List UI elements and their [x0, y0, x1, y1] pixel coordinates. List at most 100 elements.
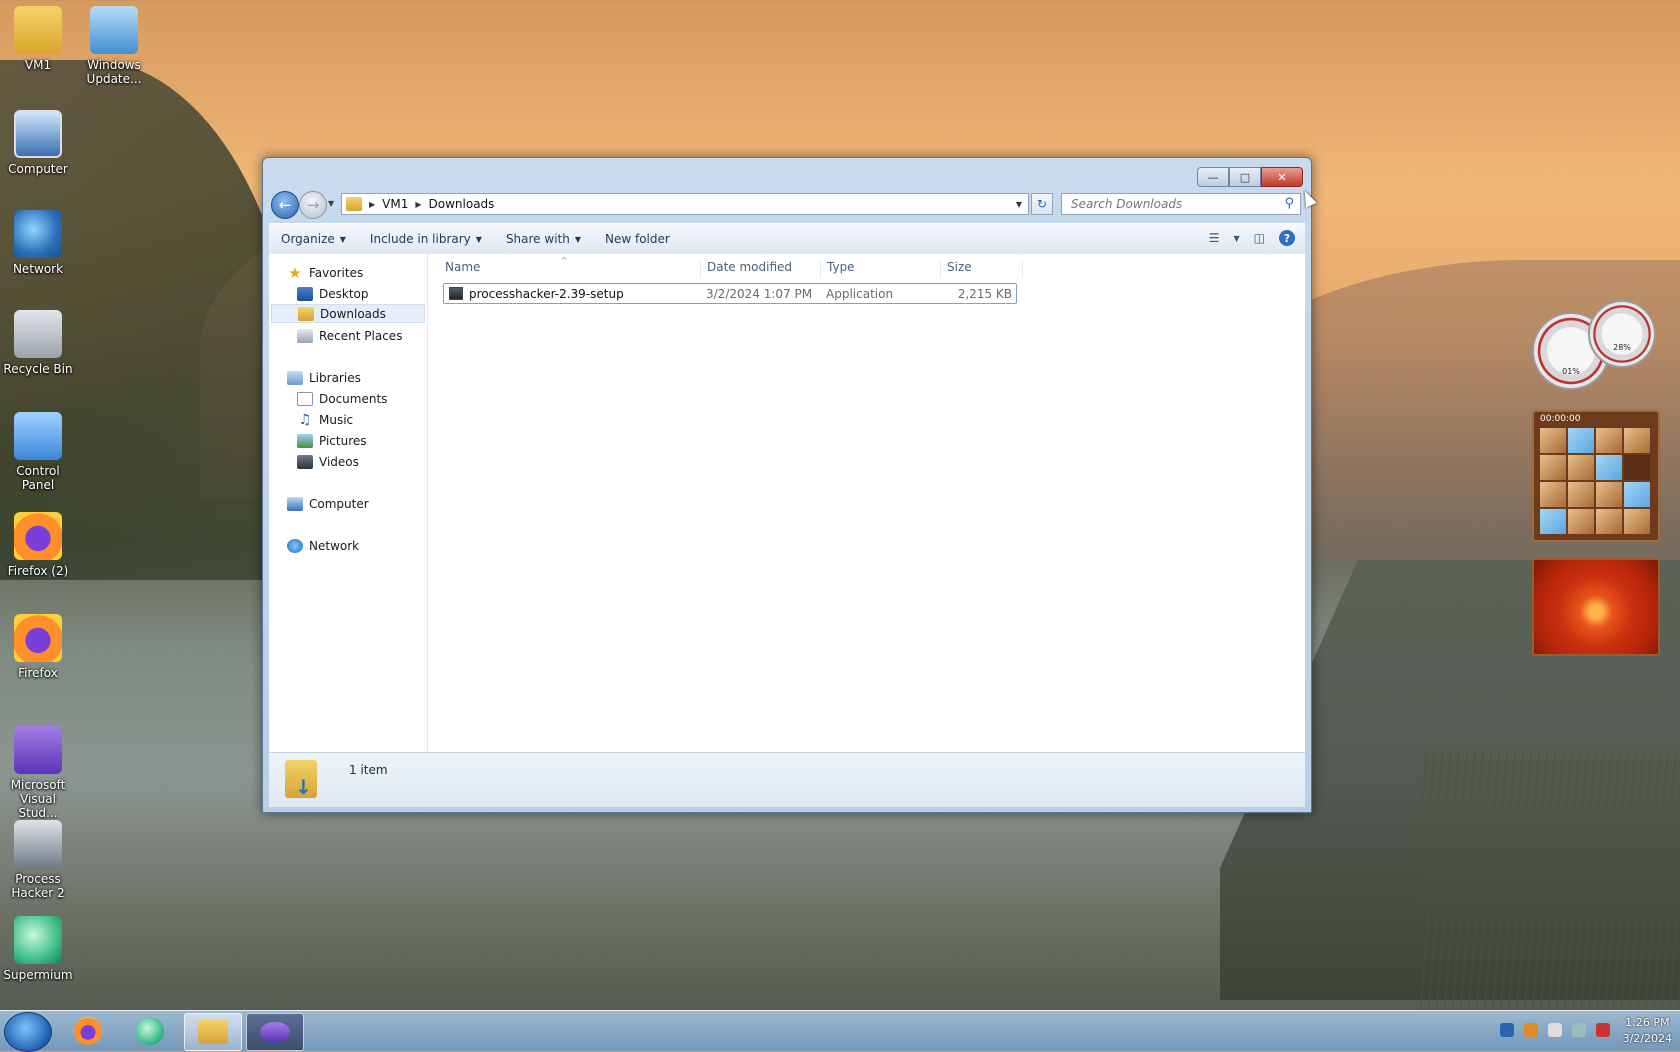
forward-arrow-icon: →	[306, 196, 320, 214]
slideshow-gadget[interactable]	[1532, 558, 1660, 656]
puzzle-tile[interactable]	[1540, 455, 1566, 480]
puzzle-tile[interactable]	[1568, 428, 1594, 453]
minimize-button[interactable]: —	[1197, 167, 1229, 187]
nav-favorites[interactable]: ★ Favorites	[287, 263, 363, 282]
nav-libraries[interactable]: Libraries	[287, 368, 361, 387]
include-in-library-menu[interactable]: Include in library ▼	[358, 232, 494, 246]
breadcrumb-separator-icon[interactable]: ▶	[415, 200, 421, 209]
close-button[interactable]: ✕	[1261, 167, 1303, 187]
organize-label: Organize	[281, 232, 335, 246]
memory-gauge-icon: 28%	[1588, 300, 1656, 368]
file-list: Name ^ Date modified Type Size processha…	[429, 254, 1305, 752]
puzzle-tile[interactable]	[1568, 482, 1594, 507]
file-size: 2,215 KB	[957, 286, 1012, 301]
tray-volume-muted-icon[interactable]	[1596, 1023, 1610, 1037]
start-button[interactable]	[4, 1012, 52, 1052]
breadcrumb-downloads[interactable]: Downloads	[429, 197, 495, 211]
puzzle-tile[interactable]	[1624, 509, 1650, 534]
puzzle-tile[interactable]	[1540, 482, 1566, 507]
column-header-date-modified[interactable]: Date modified	[701, 260, 821, 278]
back-button[interactable]: ←	[271, 191, 299, 219]
desktop-icon-label: Firefox (2)	[7, 564, 69, 578]
nav-downloads[interactable]: Downloads	[271, 304, 425, 323]
help-icon[interactable]: ?	[1279, 230, 1295, 246]
nav-label: Desktop	[319, 286, 369, 301]
puzzle-tile[interactable]	[1540, 509, 1566, 534]
puzzle-tile[interactable]	[1596, 455, 1622, 480]
puzzle-empty-slot[interactable]	[1624, 455, 1650, 480]
breadcrumb-separator-icon[interactable]: ▶	[369, 200, 375, 209]
column-label: Type	[827, 260, 855, 274]
navigation-bar: ← → ▼ ▶ VM1 ▶ Downloads ▼ ↻ ⚲	[271, 191, 1303, 219]
search-icon[interactable]: ⚲	[1284, 196, 1294, 211]
search-box[interactable]: ⚲	[1061, 193, 1301, 215]
breadcrumb-vm1[interactable]: VM1	[382, 197, 408, 211]
file-date-modified: 3/2/2024 1:07 PM	[706, 286, 813, 301]
puzzle-grid[interactable]	[1540, 428, 1650, 534]
organize-menu[interactable]: Organize ▼	[269, 232, 358, 246]
column-header-name[interactable]: Name ^	[439, 256, 701, 278]
recent-pages-dropdown[interactable]: ▼	[328, 199, 334, 208]
nav-network[interactable]: Network	[287, 536, 359, 555]
taskbar-explorer[interactable]	[184, 1013, 242, 1051]
puzzle-tile[interactable]	[1596, 428, 1622, 453]
tray-visual-studio-icon[interactable]	[1500, 1023, 1514, 1037]
desktop-icon-network[interactable]: Network	[0, 210, 76, 276]
nav-label: Music	[319, 412, 354, 427]
system-clock[interactable]: 1:26 PM 3/2/2024	[1623, 1015, 1672, 1047]
nav-computer[interactable]: Computer	[287, 494, 369, 513]
picture-puzzle-gadget[interactable]: 00:00:00	[1532, 410, 1660, 542]
desktop-icon-recycle-bin[interactable]: Recycle Bin	[0, 310, 76, 376]
desktop-icon-label: Microsoft Visual Stud...	[10, 778, 66, 820]
cpu-usage: 01%	[1562, 367, 1580, 376]
desktop-icon-computer[interactable]: Computer	[0, 110, 76, 176]
explorer-window[interactable]: — □ ✕ ← → ▼ ▶ VM1 ▶ Downloads ▼ ↻ ⚲ Orga…	[262, 157, 1312, 813]
desktop-icon-firefox[interactable]: Firefox	[0, 614, 76, 680]
puzzle-tile[interactable]	[1624, 428, 1650, 453]
puzzle-tile[interactable]	[1568, 509, 1594, 534]
nav-desktop[interactable]: Desktop	[297, 284, 369, 303]
nav-recent-places[interactable]: Recent Places	[297, 326, 402, 345]
desktop-icon-windows-update[interactable]: Windows Update...	[76, 6, 152, 86]
preview-pane-icon[interactable]: ◫	[1254, 231, 1265, 245]
refresh-button[interactable]: ↻	[1031, 193, 1053, 215]
desktop-icon-label: Recycle Bin	[3, 362, 73, 376]
desktop-icon-process-hacker[interactable]: Process Hacker 2	[0, 820, 76, 900]
column-header-size[interactable]: Size	[941, 260, 1023, 278]
puzzle-tile[interactable]	[1540, 428, 1566, 453]
puzzle-tile[interactable]	[1596, 509, 1622, 534]
taskbar-firefox[interactable]	[60, 1013, 116, 1049]
network-icon	[14, 210, 62, 258]
nav-pictures[interactable]: Pictures	[297, 431, 367, 450]
taskbar-supermium[interactable]	[122, 1013, 178, 1049]
user-folder-icon	[14, 6, 62, 54]
address-dropdown-icon[interactable]: ▼	[1016, 200, 1022, 209]
desktop-icon-visual-studio[interactable]: Microsoft Visual Stud...	[0, 726, 76, 820]
network-icon	[287, 538, 303, 553]
puzzle-tile[interactable]	[1596, 482, 1622, 507]
tray-search-icon[interactable]	[1524, 1023, 1538, 1037]
desktop-icon-control-panel[interactable]: Control Panel	[0, 412, 76, 492]
maximize-button[interactable]: □	[1229, 167, 1261, 187]
puzzle-tile[interactable]	[1568, 455, 1594, 480]
column-header-type[interactable]: Type	[821, 260, 941, 278]
change-view-icon[interactable]: ☰	[1209, 231, 1220, 245]
nav-documents[interactable]: Documents	[297, 389, 387, 408]
nav-music[interactable]: ♫ Music	[297, 410, 353, 429]
desktop-icon-supermium[interactable]: Supermium	[0, 916, 76, 982]
puzzle-tile[interactable]	[1624, 482, 1650, 507]
desktop-icon-firefox-2[interactable]: Firefox (2)	[0, 512, 76, 578]
download-arrow-icon: ↓	[295, 775, 312, 799]
tray-network-icon[interactable]	[1572, 1023, 1586, 1037]
share-with-menu[interactable]: Share with ▼	[494, 232, 593, 246]
nav-videos[interactable]: Videos	[297, 452, 359, 471]
taskbar-visual-studio[interactable]	[246, 1013, 304, 1051]
file-row[interactable]: processhacker-2.39-setup 3/2/2024 1:07 P…	[443, 283, 1017, 304]
new-folder-button[interactable]: New folder	[593, 232, 682, 246]
desktop-icon-vm1[interactable]: VM1	[0, 6, 76, 72]
view-options-dropdown-icon[interactable]: ▼	[1234, 234, 1240, 243]
search-input[interactable]	[1069, 196, 1273, 212]
tray-flag-icon[interactable]	[1548, 1023, 1562, 1037]
forward-button[interactable]: →	[299, 191, 327, 219]
address-bar[interactable]: ▶ VM1 ▶ Downloads ▼	[341, 193, 1029, 215]
